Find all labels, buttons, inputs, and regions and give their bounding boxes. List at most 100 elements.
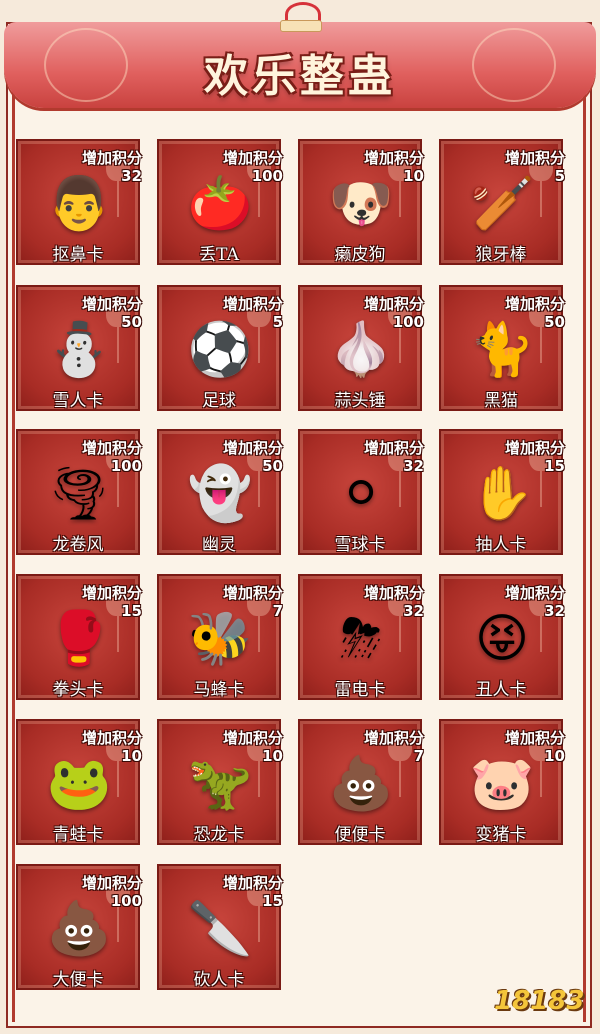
spiked-club-icon: 🏏 xyxy=(469,174,535,234)
pig-icon: 🐷 xyxy=(469,754,535,814)
points-value: 15 xyxy=(121,602,142,620)
card-name: 雪球卡 xyxy=(334,535,386,555)
card-name: 大便卡 xyxy=(52,970,104,990)
card-name: 抠鼻卡 xyxy=(52,245,104,265)
prank-card[interactable]: 🐈 增加积分 50 黑猫 xyxy=(439,285,565,411)
snowball-icon: ⚪ xyxy=(339,464,383,524)
prank-card[interactable]: 🍅 增加积分 100 丢TA xyxy=(157,139,283,265)
points-value: 10 xyxy=(544,747,565,765)
ugly-face-icon: 😝 xyxy=(474,609,530,669)
card-name: 龙卷风 xyxy=(52,535,104,555)
prank-card[interactable]: 🐝 增加积分 7 马蜂卡 xyxy=(157,574,283,700)
add-points-label: 增加积分 xyxy=(222,729,283,747)
card-name: 黑猫 xyxy=(484,391,518,411)
add-points-label: 增加积分 xyxy=(222,149,283,167)
add-points-label: 增加积分 xyxy=(363,439,424,457)
prank-card[interactable]: 🐷 增加积分 10 变猪卡 xyxy=(439,719,565,845)
card-name: 蒜头锤 xyxy=(334,391,386,411)
card-name: 便便卡 xyxy=(334,825,386,845)
card-name: 雷电卡 xyxy=(334,680,386,700)
points-value: 10 xyxy=(262,747,283,765)
prank-card[interactable]: ⛈ 增加积分 32 雷电卡 xyxy=(298,574,424,700)
points-value: 32 xyxy=(544,602,565,620)
points-value: 5 xyxy=(554,167,565,185)
prank-card[interactable]: 🥊 增加积分 15 拳头卡 xyxy=(16,574,142,700)
prank-card[interactable]: ⚪ 增加积分 32 雪球卡 xyxy=(298,429,424,555)
watermark-logo: 18183 xyxy=(494,986,585,1016)
add-points-label: 增加积分 xyxy=(81,439,142,457)
prank-card[interactable]: 🔪 增加积分 15 砍人卡 xyxy=(157,864,283,990)
card-name: 抽人卡 xyxy=(475,535,527,555)
nose-pick-man-icon: 👨 xyxy=(46,174,112,234)
add-points-label: 增加积分 xyxy=(81,874,142,892)
prank-card[interactable]: 🧄 增加积分 100 蒜头锤 xyxy=(298,285,424,411)
add-points-label: 增加积分 xyxy=(222,584,283,602)
prank-card[interactable]: ✋ 增加积分 15 抽人卡 xyxy=(439,429,565,555)
add-points-label: 增加积分 xyxy=(504,729,565,747)
black-cat-icon: 🐈 xyxy=(469,320,535,380)
wasp-icon: 🐝 xyxy=(187,609,253,669)
points-value: 32 xyxy=(403,602,424,620)
dinosaur-icon: 🦖 xyxy=(187,754,253,814)
add-points-label: 增加积分 xyxy=(363,295,424,313)
points-value: 50 xyxy=(262,457,283,475)
add-points-label: 增加积分 xyxy=(363,149,424,167)
card-name: 幽灵 xyxy=(202,535,236,555)
prank-card[interactable]: 🐸 增加积分 10 青蛙卡 xyxy=(16,719,142,845)
prank-card[interactable]: 👨 增加积分 32 抠鼻卡 xyxy=(16,139,142,265)
prank-card[interactable]: 🌪 增加积分 100 龙卷风 xyxy=(16,429,142,555)
add-points-label: 增加积分 xyxy=(504,439,565,457)
boxing-glove-icon: 🥊 xyxy=(46,609,112,669)
cleaver-icon: 🔪 xyxy=(187,899,253,959)
card-name: 癞皮狗 xyxy=(334,245,386,265)
add-points-label: 增加积分 xyxy=(504,584,565,602)
points-value: 100 xyxy=(110,457,142,475)
card-name: 狼牙棒 xyxy=(475,245,527,265)
snowman-icon: ⛄ xyxy=(46,320,112,380)
points-value: 32 xyxy=(403,457,424,475)
points-value: 5 xyxy=(272,313,283,331)
points-value: 100 xyxy=(392,313,424,331)
points-value: 10 xyxy=(403,167,424,185)
add-points-label: 增加积分 xyxy=(504,149,565,167)
thunder-cloud-icon: ⛈ xyxy=(340,609,382,669)
prank-card[interactable]: 💩 增加积分 100 大便卡 xyxy=(16,864,142,990)
add-points-label: 增加积分 xyxy=(81,729,142,747)
prank-card[interactable]: 🏏 增加积分 5 狼牙棒 xyxy=(439,139,565,265)
points-value: 15 xyxy=(544,457,565,475)
prank-card[interactable]: 💩 增加积分 7 便便卡 xyxy=(298,719,424,845)
card-name: 拳头卡 xyxy=(52,680,104,700)
points-value: 7 xyxy=(413,747,424,765)
tornado-icon: 🌪 xyxy=(45,464,112,524)
prank-card[interactable]: ⛄ 增加积分 50 雪人卡 xyxy=(16,285,142,411)
card-name: 砍人卡 xyxy=(193,970,245,990)
card-name: 雪人卡 xyxy=(52,391,104,411)
card-name: 马蜂卡 xyxy=(193,680,245,700)
card-name: 丑人卡 xyxy=(475,680,527,700)
add-points-label: 增加积分 xyxy=(363,729,424,747)
prank-card[interactable]: 🐶 增加积分 10 癞皮狗 xyxy=(298,139,424,265)
prank-card[interactable]: 👻 增加积分 50 幽灵 xyxy=(157,429,283,555)
prank-card[interactable]: 🦖 增加积分 10 恐龙卡 xyxy=(157,719,283,845)
poop-icon: 💩 xyxy=(328,754,394,814)
prank-card[interactable]: ⚽ 增加积分 5 足球 xyxy=(157,285,283,411)
soccer-ball-icon: ⚽ xyxy=(187,320,253,380)
card-name: 足球 xyxy=(202,391,236,411)
big-poop-icon: 💩 xyxy=(46,899,112,959)
card-name: 丢TA xyxy=(199,245,239,265)
garlic-monster-icon: 🧄 xyxy=(328,320,394,380)
card-name: 青蛙卡 xyxy=(52,825,104,845)
card-name: 恐龙卡 xyxy=(193,825,245,845)
points-value: 10 xyxy=(121,747,142,765)
bulldog-icon: 🐶 xyxy=(328,174,394,234)
points-value: 50 xyxy=(121,313,142,331)
prank-card[interactable]: 😝 增加积分 32 丑人卡 xyxy=(439,574,565,700)
points-value: 100 xyxy=(110,892,142,910)
add-points-label: 增加积分 xyxy=(504,295,565,313)
points-value: 50 xyxy=(544,313,565,331)
points-value: 100 xyxy=(251,167,283,185)
points-value: 7 xyxy=(272,602,283,620)
page-title: 欢乐整蛊 xyxy=(204,51,396,102)
add-points-label: 增加积分 xyxy=(222,439,283,457)
add-points-label: 增加积分 xyxy=(363,584,424,602)
